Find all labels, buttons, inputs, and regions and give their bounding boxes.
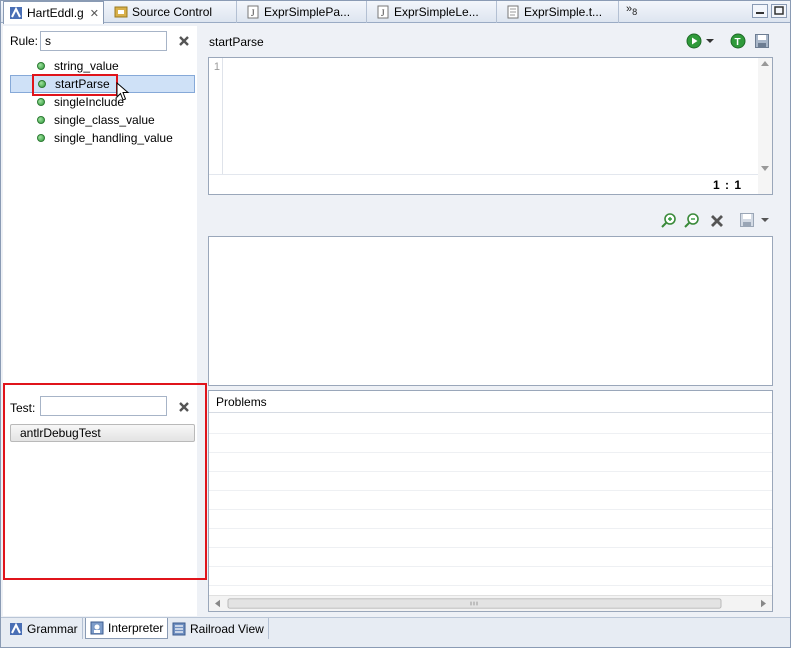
tab-source-control[interactable]: Source Control — [109, 1, 237, 23]
tab-exprsimplepa[interactable]: J ExprSimplePa... — [241, 1, 367, 23]
view-tab-bar: Grammar Interpreter Railroad View — [1, 617, 790, 647]
maximize-icon[interactable] — [771, 4, 787, 18]
line-number: 1 — [213, 61, 220, 73]
tab-exprsimple-t[interactable]: ExprSimple.t... — [501, 1, 619, 23]
tab-grammar[interactable]: Grammar — [5, 618, 83, 639]
save-icon[interactable] — [754, 33, 770, 49]
tab-harteddl[interactable]: HartEddl.g ✕ — [3, 1, 104, 24]
interpreter-icon — [90, 621, 104, 635]
run-icon[interactable] — [686, 33, 702, 49]
grammar-icon — [10, 622, 22, 635]
java-file-icon: J — [247, 5, 259, 19]
tab-label: Source Control — [132, 5, 213, 19]
tab-label: ExprSimpleLe... — [394, 5, 479, 19]
rule-icon — [37, 98, 45, 106]
mouse-cursor-icon — [116, 82, 130, 101]
editor-title: startParse — [209, 35, 264, 49]
problems-row — [209, 528, 772, 529]
source-control-icon — [114, 6, 128, 18]
tab-label: ExprSimplePa... — [264, 5, 351, 19]
problems-row — [209, 471, 772, 472]
test-run-icon[interactable]: T — [730, 33, 746, 49]
problems-row — [209, 490, 772, 491]
tab-exprsimplele[interactable]: J ExprSimpleLe... — [371, 1, 497, 23]
export-dropdown-icon[interactable] — [760, 212, 770, 228]
tab-overflow-button[interactable]: »8 — [626, 3, 637, 17]
cursor-position: 1 : 1 — [712, 178, 742, 192]
zoom-in-icon[interactable] — [661, 212, 677, 228]
run-dropdown-icon[interactable] — [705, 33, 715, 49]
editor-corner — [758, 174, 772, 194]
minimize-icon[interactable] — [752, 4, 768, 18]
editor-status-bar — [209, 174, 772, 194]
problems-row — [209, 509, 772, 510]
svg-text:J: J — [251, 8, 255, 18]
rule-icon — [37, 62, 45, 70]
rule-item-string-value[interactable]: string_value — [10, 57, 196, 75]
clear-result-icon[interactable] — [709, 213, 725, 229]
problems-row — [209, 547, 772, 548]
svg-text:T: T — [735, 37, 741, 48]
highlight-annotation-rule — [32, 74, 118, 96]
tab-label: HartEddl.g — [27, 6, 84, 20]
rule-label: singleInclude — [54, 95, 125, 109]
rule-filter-input[interactable] — [40, 31, 167, 51]
highlight-annotation-test — [3, 383, 207, 580]
problems-view: Problems — [208, 390, 773, 612]
rule-icon — [37, 134, 45, 142]
tab-label: Interpreter — [108, 621, 164, 635]
rule-item-single-handling-value[interactable]: single_handling_value — [10, 129, 196, 147]
problems-horizontal-scrollbar[interactable] — [209, 595, 772, 611]
tab-label: Grammar — [27, 621, 78, 636]
editor-vertical-scrollbar[interactable] — [758, 58, 772, 174]
editor-tab-bar: HartEddl.g ✕ Source Control J ExprSimple… — [1, 1, 790, 24]
grammar-file-icon — [10, 6, 22, 19]
rule-label: single_class_value — [54, 113, 155, 127]
rule-icon — [37, 116, 45, 124]
problems-row — [209, 452, 772, 453]
problems-row — [209, 585, 772, 586]
railroad-icon — [172, 622, 186, 635]
java-file-icon: J — [377, 5, 389, 19]
rule-label: string_value — [54, 59, 119, 73]
rule-item-single-class-value[interactable]: single_class_value — [10, 111, 196, 129]
clear-filter-icon[interactable] — [178, 35, 190, 47]
rule-label: Rule: — [10, 34, 39, 48]
tab-label: ExprSimple.t... — [524, 5, 603, 19]
parse-tree-view[interactable] — [208, 236, 773, 386]
rule-label: single_handling_value — [54, 131, 173, 145]
zoom-out-icon[interactable] — [684, 212, 700, 228]
export-icon[interactable] — [739, 212, 755, 228]
line-number-gutter: 1 — [209, 58, 223, 174]
tab-railroad-view[interactable]: Railroad View — [168, 618, 269, 639]
overflow-count: 8 — [632, 7, 638, 18]
svg-text:J: J — [381, 8, 385, 18]
text-file-icon — [507, 5, 519, 19]
tab-interpreter[interactable]: Interpreter — [85, 618, 169, 639]
problems-row — [209, 433, 772, 434]
problems-header: Problems — [209, 391, 772, 413]
input-editor[interactable]: 1 1 : 1 — [208, 57, 773, 195]
problems-row — [209, 566, 772, 567]
tab-label: Railroad View — [190, 621, 264, 636]
close-icon[interactable]: ✕ — [90, 7, 99, 20]
